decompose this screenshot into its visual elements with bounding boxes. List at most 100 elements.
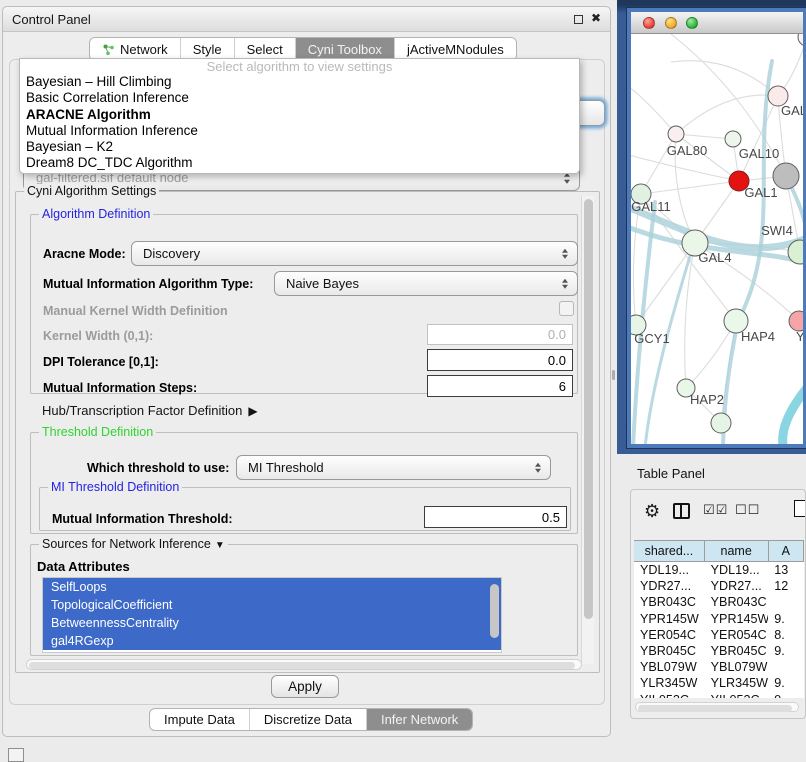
algorithm-option[interactable]: Dream8 DC_TDC Algorithm [20,155,579,171]
table-row[interactable]: YBR043C YBR043C [634,594,804,610]
threshold-definition-title: Threshold Definition [39,425,156,439]
cyni-bottom-tabs: Impute Data Discretize Data Infer Networ… [149,708,473,731]
algorithm-option[interactable]: Basic Correlation Inference [20,90,579,106]
tab-discretize-data[interactable]: Discretize Data [250,709,367,730]
control-panel-window: Control Panel ✖ Network Style Select [2,6,611,737]
tab-cyni-toolbox[interactable]: Cyni Toolbox [296,38,395,60]
network-icon [102,43,115,56]
sources-group: Sources for Network Inference▼ Data Attr… [30,544,578,656]
close-panel-icon[interactable]: ✖ [591,11,601,25]
mi-threshold-definition-group: MI Threshold Definition Mutual Informati… [39,487,571,531]
list-item-selected[interactable]: BetweennessCentrality [43,614,501,632]
tab-network[interactable]: Network [90,38,181,60]
control-panel-titlebar: Control Panel ✖ [3,7,610,32]
export-table-icon[interactable] [794,500,806,517]
tab-select[interactable]: Select [235,38,296,60]
tab-select-label: Select [247,42,283,57]
which-threshold-label: Which threshold to use: [87,461,229,475]
settings-scrollbar[interactable] [581,196,594,664]
tab-impute-data[interactable]: Impute Data [150,709,250,730]
hub-transcription-factor-expander[interactable]: Hub/Transcription Factor Definition▶ [42,403,258,418]
node-label: GAL7 [781,103,803,118]
node-table: shared... name A YDL19... YDL19... 13 YD… [634,540,804,698]
mi-algorithm-type-value: Naive Bayes [275,276,359,291]
manual-kernel-width-checkbox[interactable] [559,301,574,316]
network-window-titlebar[interactable] [631,12,803,34]
table-row[interactable]: YIL052C YIL052C 9. [634,692,804,699]
algorithm-dropdown-hint: Select algorithm to view settings [20,59,579,74]
algorithm-option[interactable]: Bayesian – K2 [20,139,579,155]
settings-hscrollbar[interactable] [26,659,582,670]
node-label: HAP2 [690,392,724,407]
kernel-width-field[interactable] [427,324,573,345]
tab-jactivemnodules[interactable]: jActiveMNodules [395,38,516,60]
deselect-all-checkboxes-icon[interactable]: ☐☐ [735,502,760,518]
cell-name: YBL079W [705,659,769,675]
sources-title[interactable]: Sources for Network Inference▼ [39,537,228,551]
minimize-window-button[interactable] [665,17,677,29]
list-item-selected[interactable]: gal4RGexp [43,632,501,650]
dpi-tolerance-field[interactable] [427,349,573,371]
node-partial[interactable] [798,34,803,46]
table-row[interactable]: YDL19... YDL19... 13 [634,562,804,578]
table-row[interactable]: YPR145W YPR145W 9. [634,611,804,627]
aracne-mode-combobox[interactable]: Discovery [131,241,578,266]
chevron-updown-icon [564,173,570,184]
algorithm-option-selected[interactable]: ARACNE Algorithm [20,107,579,123]
table-row[interactable]: YLR345W YLR345W 9. [634,675,804,691]
panel-splitter-handle[interactable] [612,370,615,380]
cell-shared-name: YIL052C [634,692,705,699]
close-window-button[interactable] [643,17,655,29]
chevron-updown-icon [562,248,568,259]
list-item-selected[interactable]: TopologicalCoefficient [43,596,501,614]
table-hscrollbar[interactable] [635,702,799,712]
tab-cyni-toolbox-label: Cyni Toolbox [308,42,382,57]
network-desktop: GAL7 GAL80 GAL10 GAL1 GAL11 SWI4 GAL4 GC… [617,0,806,454]
cell-value: 9. [768,675,804,691]
cell-value: 13 [768,562,804,578]
zoom-window-button[interactable] [686,17,698,29]
kernel-width-label: Kernel Width (0,1): [43,329,153,343]
table-row[interactable]: YDR27... YDR27... 12 [634,578,804,594]
select-all-checkboxes-icon[interactable]: ☑☑ [703,502,728,518]
mi-algorithm-type-combobox[interactable]: Naive Bayes [274,271,578,296]
column-header-name[interactable]: name [705,541,769,561]
node-label: HAP4 [741,329,775,344]
table-hscrollbar-thumb[interactable] [638,705,792,712]
node-gal80[interactable] [668,126,684,142]
node-bottom[interactable] [711,413,731,433]
table-row[interactable]: YER054C YER054C 8. [634,627,804,643]
network-graph: GAL7 GAL80 GAL10 GAL1 GAL11 SWI4 GAL4 GC… [631,34,803,444]
tab-style[interactable]: Style [181,38,235,60]
algorithm-option[interactable]: Mutual Information Inference [20,123,579,139]
restore-panel-icon[interactable] [8,748,24,762]
mi-threshold-field[interactable] [424,506,567,528]
float-panel-icon[interactable] [574,15,583,24]
table-row[interactable]: YBL079W YBL079W [634,659,804,675]
column-header-shared-name[interactable]: shared... [634,541,705,561]
column-header-clipped[interactable]: A [769,541,804,561]
columns-icon[interactable] [673,503,690,519]
node-table-header: shared... name A [634,541,804,562]
node-gal10[interactable] [725,131,741,147]
list-item-selected[interactable]: SelfLoops [43,578,501,596]
gear-icon[interactable]: ⚙ [644,501,660,521]
tab-infer-network[interactable]: Infer Network [367,709,472,730]
node-label: GAL10 [739,146,779,161]
mi-steps-field[interactable] [427,375,573,397]
algorithm-definition-title: Algorithm Definition [39,207,153,221]
network-canvas[interactable]: GAL7 GAL80 GAL10 GAL1 GAL11 SWI4 GAL4 GC… [631,34,803,444]
settings-scrollbar-thumb[interactable] [584,199,593,619]
cyni-algorithm-settings-group: Cyni Algorithm Settings Algorithm Defini… [15,191,600,673]
cyni-algorithm-settings-title: Cyni Algorithm Settings [24,184,159,198]
list-scrollbar-thumb[interactable] [490,584,499,638]
application-root: Control Panel ✖ Network Style Select [0,0,806,762]
algorithm-option[interactable]: Bayesian – Hill Climbing [20,74,579,90]
which-threshold-combobox[interactable]: MI Threshold [236,455,551,480]
settings-hscrollbar-thumb[interactable] [29,662,575,669]
node-label: SWI4 [761,223,793,238]
manual-kernel-width-label: Manual Kernel Width Definition [43,304,228,318]
table-row[interactable]: YBR045C YBR045C 9. [634,643,804,659]
cell-name: YDR27... [705,578,769,594]
apply-button[interactable]: Apply [271,675,339,698]
